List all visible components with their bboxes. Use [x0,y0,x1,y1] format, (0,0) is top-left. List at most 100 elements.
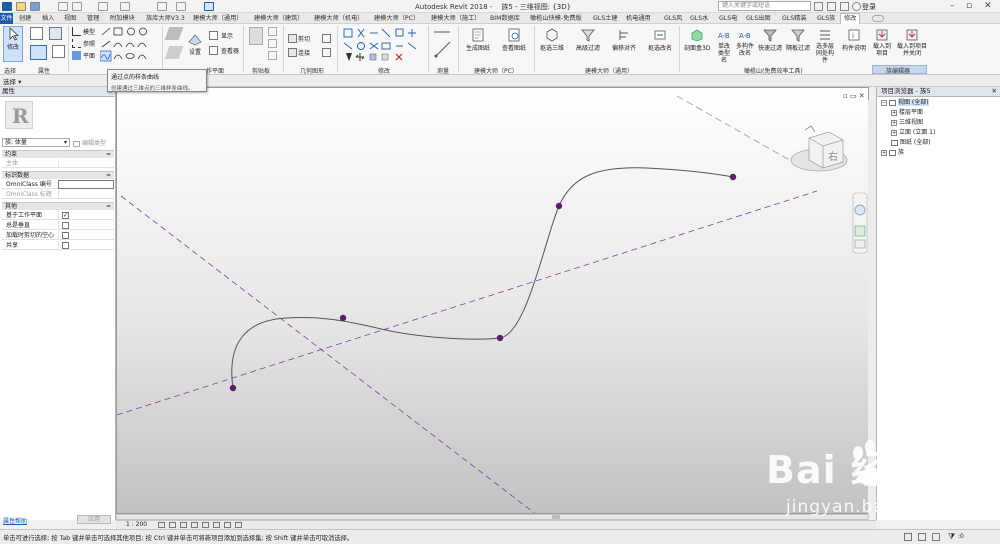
plane-icon[interactable] [72,51,81,60]
tab-gls-drawing[interactable]: GLS出图 [746,14,771,23]
cut-button[interactable]: 剪切 [298,34,310,43]
plane-label[interactable]: 平面 [83,51,95,60]
tab-bm-pc[interactable]: 建模大师（PC） [374,14,419,23]
reference-plane-line-1[interactable] [120,195,537,514]
zoom-icon[interactable] [854,225,866,237]
section-identity[interactable]: 标识数据 ≈ [2,171,114,179]
expand-icon[interactable]: + [891,119,897,126]
section-other[interactable]: 其他 ≈ [2,202,114,210]
geometry-extra2-icon[interactable] [322,48,331,57]
collapse-icon[interactable]: ≈ [106,151,111,158]
spline-through-points-button[interactable] [100,51,111,61]
reference-plane-line-2[interactable] [117,190,818,416]
maximize-button[interactable]: ▫ [966,1,972,11]
temp-hide-icon[interactable] [235,522,242,528]
generate-drawings-button[interactable]: 生成图纸 [466,28,490,52]
pan-icon[interactable] [854,239,866,249]
tab-bm-arch[interactable]: 建模大师（建筑） [254,14,304,23]
binoculars-icon[interactable] [814,2,823,11]
pick-rename-button[interactable]: 抠选改名 [648,28,672,52]
close-icon[interactable]: ✕ [992,87,997,96]
tree-item-elevations[interactable]: + 立面 (立面 1) [891,129,935,137]
subscription-icon[interactable] [827,2,836,11]
tree-item-families[interactable]: + 族 [881,149,904,157]
spline-point-4[interactable] [555,202,563,210]
3d-viewport[interactable]: 右 [116,87,869,514]
family-types-icon[interactable] [30,45,47,60]
offset-align-button[interactable]: 偏移对齐 [612,28,636,52]
rename-type-button[interactable]: A-B 单改类型名 [716,28,732,64]
work-plane-based-checkbox[interactable]: ✓ [62,212,69,219]
quick-filter-button[interactable]: 快速过滤 [758,28,782,52]
viewcube[interactable]: 右 [790,125,848,172]
collapse-icon[interactable]: ≈ [106,203,111,210]
pick-3d-button[interactable]: 抠选三维 [540,28,564,52]
view-window-controls[interactable]: ▫ ▭ ✕ [843,92,865,100]
app-menu-icon[interactable] [2,2,12,11]
tab-view[interactable]: 视图 [64,14,76,23]
load-into-project-button[interactable]: 载入到项目 [872,28,892,57]
model-line-icon[interactable] [72,27,81,36]
modify-button[interactable]: 修改 [3,26,23,62]
tab-modify[interactable]: 修改 [840,13,861,24]
star-icon[interactable] [840,2,849,11]
advanced-filter-button[interactable]: 高级过滤 [576,28,600,52]
tab-olive[interactable]: 橄榄山快模-免费版 [530,14,582,23]
geometry-extra-icon[interactable] [322,34,331,43]
cut-small-icon[interactable] [268,27,277,36]
expand-icon[interactable]: + [891,129,897,136]
workplane-icon[interactable] [164,27,184,40]
select-links-icon[interactable] [932,533,940,541]
cut-geometry-icon[interactable] [288,34,297,43]
tab-gls-finish[interactable]: GLS精装 [782,14,807,23]
show-crop-icon[interactable] [213,522,220,528]
sun-path-icon[interactable] [180,522,187,528]
tab-bim-db[interactable]: BIM数据库 [490,14,520,23]
viewer-icon[interactable] [209,46,218,55]
tree-item-floor-plans[interactable]: + 楼层平面 [891,109,923,117]
level-line[interactable] [676,95,808,171]
reference-label[interactable]: 参照 [83,39,95,48]
multi-level-select-button[interactable]: 选多层同处构件 [814,28,836,64]
tab-mep-general[interactable]: 机电通用 [626,14,651,23]
measure-icon[interactable] [120,2,130,11]
tab-gls-water[interactable]: GLS水 [690,14,708,23]
join-button[interactable]: 连接 [298,48,310,57]
home-icon[interactable] [804,125,816,133]
tab-gls-elec[interactable]: GLS电 [719,14,737,23]
tab-bm-construction[interactable]: 建模大师（施工） [431,14,481,23]
viewcube-face-label[interactable]: 右 [828,150,838,163]
edit-type-button[interactable]: 编辑类型 [73,138,106,147]
collapse-icon[interactable]: − [881,99,887,106]
tab-create[interactable]: 创建 [19,14,31,23]
type-properties-icon[interactable] [49,27,62,40]
undo-icon[interactable] [58,2,68,11]
filter-icon[interactable]: ⧩ [948,532,955,542]
tree-item-3d-views[interactable]: + 三维视图 [891,119,923,127]
save-icon[interactable] [30,2,40,11]
open-icon[interactable] [16,2,26,11]
spline-point-3[interactable] [496,334,504,342]
omniclass-number-field[interactable] [58,180,114,189]
measure-icon[interactable] [432,28,454,60]
tab-bm-general[interactable]: 建模大师（通用） [193,14,243,23]
delete-button[interactable] [394,51,406,61]
crop-view-icon[interactable] [202,522,209,528]
visual-style-icon[interactable] [169,522,176,528]
tab-family-master[interactable]: 族库大师V3.3 [146,14,185,23]
match-icon[interactable] [268,51,277,60]
show-button[interactable]: 显示 [221,31,233,40]
move-tool-button[interactable] [342,51,356,61]
switch-windows-icon[interactable] [204,2,214,11]
steering-wheel-icon[interactable] [854,204,866,216]
spline-point-2[interactable] [339,314,347,322]
multi-rename-button[interactable]: A-B 多构件改名 [736,28,754,57]
cut-with-voids-checkbox[interactable] [62,232,69,239]
select-group-label[interactable]: 选择 [4,66,16,75]
print-icon[interactable] [98,2,108,11]
model-canvas[interactable]: 右 [117,88,869,514]
tab-bm-mep[interactable]: 建模大师（机电） [314,14,364,23]
navigation-bar[interactable] [852,192,868,254]
type-selector[interactable]: 族: 体量 ▾ [2,138,70,147]
set-button[interactable]: 设置 [188,32,202,56]
